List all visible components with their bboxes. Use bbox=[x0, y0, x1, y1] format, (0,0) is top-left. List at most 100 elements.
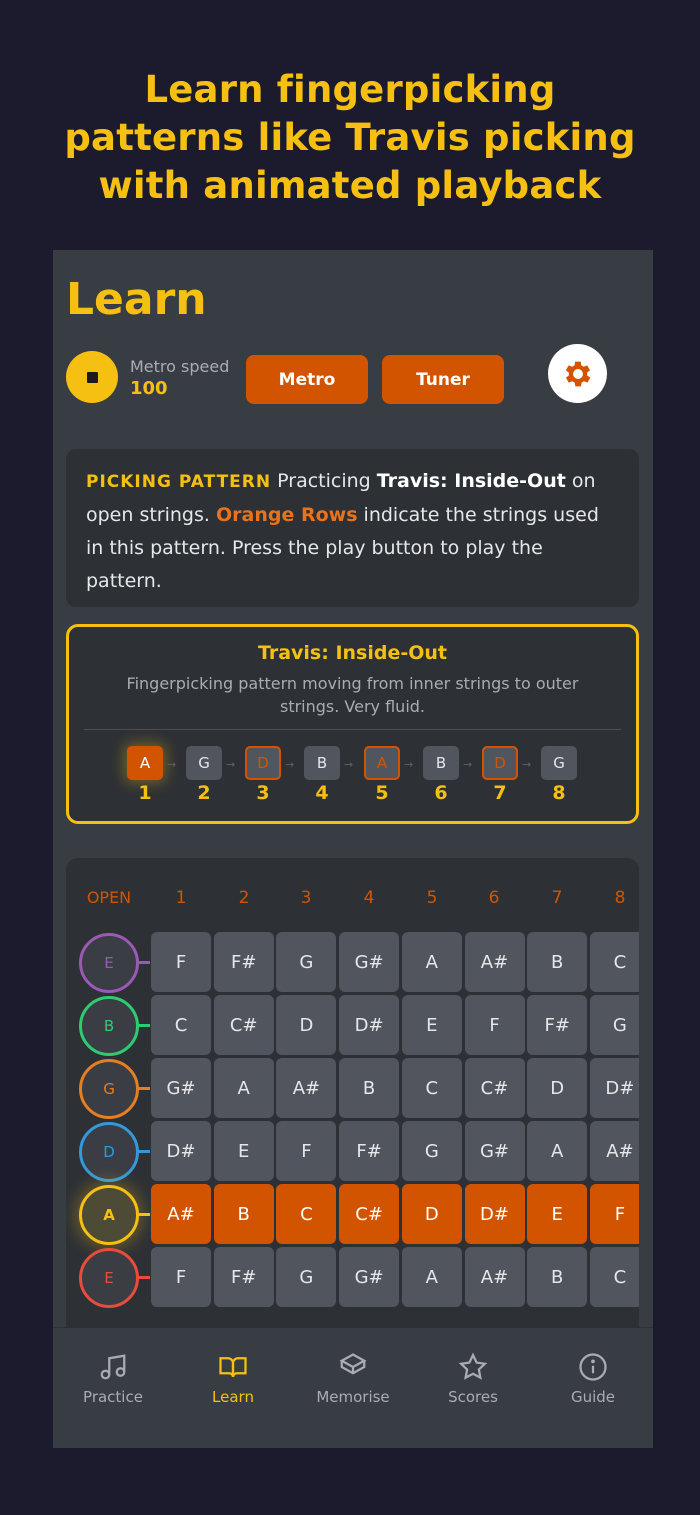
fret-note-cell[interactable]: D bbox=[276, 995, 337, 1055]
fret-note-cell[interactable]: A# bbox=[589, 1121, 639, 1181]
fret-note-cell[interactable]: A# bbox=[464, 1247, 525, 1307]
tuner-button[interactable]: Tuner bbox=[382, 355, 504, 404]
fret-note-cell[interactable]: A bbox=[401, 1247, 462, 1307]
tab-scores[interactable]: Scores bbox=[413, 1352, 533, 1406]
fret-note-cell[interactable]: C bbox=[151, 995, 211, 1055]
fret-header: 8 bbox=[614, 888, 626, 908]
tab-scores-label: Scores bbox=[448, 1388, 498, 1406]
tab-memorise[interactable]: Memorise bbox=[293, 1352, 413, 1406]
fret-header: 4 bbox=[363, 888, 375, 908]
fret-header: 3 bbox=[300, 888, 312, 908]
fret-note-cell[interactable]: A bbox=[213, 1058, 274, 1118]
fret-note-cell[interactable]: C bbox=[589, 1247, 639, 1307]
fret-note-cell[interactable]: C bbox=[276, 1184, 337, 1244]
tab-guide[interactable]: Guide bbox=[533, 1352, 653, 1406]
promo-line-2: patterns like Travis picking bbox=[64, 116, 636, 159]
arrow-right-icon: → bbox=[463, 758, 473, 771]
metro-speed-value: 100 bbox=[130, 378, 168, 399]
fret-note-cell[interactable]: B bbox=[527, 1247, 588, 1307]
fret-header: 2 bbox=[238, 888, 250, 908]
fret-note-cell[interactable]: G bbox=[276, 932, 337, 992]
info-icon bbox=[579, 1353, 607, 1381]
string-row: E F F# G G# A A# B C bbox=[66, 1247, 639, 1308]
fret-note-cell[interactable]: D bbox=[527, 1058, 588, 1118]
open-string-button[interactable]: A bbox=[79, 1185, 139, 1245]
fret-note-cell[interactable]: C bbox=[589, 932, 639, 992]
fret-note-cell[interactable]: G# bbox=[464, 1121, 525, 1181]
pattern-step-number: 4 bbox=[315, 782, 329, 804]
pattern-step-note: G bbox=[541, 746, 577, 780]
promo-headline: Learn fingerpicking patterns like Travis… bbox=[0, 66, 700, 210]
fret-note-cell[interactable]: D# bbox=[339, 995, 400, 1055]
pattern-step: D3 bbox=[245, 746, 281, 804]
fret-note-cell[interactable]: G# bbox=[339, 1247, 400, 1307]
fret-note-cell[interactable]: C# bbox=[213, 995, 274, 1055]
fret-note-cell[interactable]: A bbox=[401, 932, 462, 992]
open-string-button[interactable]: B bbox=[79, 996, 139, 1056]
divider bbox=[84, 729, 621, 730]
fret-note-cell[interactable]: C# bbox=[339, 1184, 400, 1244]
fret-note-cell[interactable]: F bbox=[589, 1184, 639, 1244]
pattern-step-note: A bbox=[127, 746, 163, 780]
arrow-right-icon: → bbox=[226, 758, 236, 771]
fret-header: 6 bbox=[488, 888, 500, 908]
fret-note-cell[interactable]: F# bbox=[527, 995, 588, 1055]
string-row: G G# A A# B C C# D D# bbox=[66, 1058, 639, 1119]
fret-note-cell[interactable]: F# bbox=[339, 1121, 400, 1181]
fret-note-cell[interactable]: B bbox=[527, 932, 588, 992]
info-text-1: Practicing bbox=[271, 470, 377, 492]
string-row: D D# E F F# G G# A A# bbox=[66, 1121, 639, 1182]
fret-note-cell[interactable]: A bbox=[527, 1121, 588, 1181]
fret-note-cell[interactable]: A# bbox=[151, 1184, 211, 1244]
fret-note-cell[interactable]: A# bbox=[276, 1058, 337, 1118]
book-icon bbox=[219, 1357, 247, 1378]
fret-note-cell[interactable]: D# bbox=[151, 1121, 211, 1181]
fret-note-cell[interactable]: A# bbox=[464, 932, 525, 992]
fret-note-cell[interactable]: D# bbox=[589, 1058, 639, 1118]
fret-note-cell[interactable]: B bbox=[213, 1184, 274, 1244]
fret-note-cell[interactable]: F bbox=[464, 995, 525, 1055]
pattern-step-note: D bbox=[482, 746, 518, 780]
tab-guide-label: Guide bbox=[570, 1388, 616, 1406]
pattern-title: Travis: Inside-Out bbox=[257, 642, 448, 664]
fret-note-cell[interactable]: F bbox=[276, 1121, 337, 1181]
fret-note-cell[interactable]: D bbox=[401, 1184, 462, 1244]
open-string-button[interactable]: E bbox=[79, 1248, 139, 1308]
pattern-step: G2 bbox=[186, 746, 222, 804]
pattern-step-note: D bbox=[245, 746, 281, 780]
info-orange-rows: Orange Rows bbox=[215, 504, 358, 526]
pattern-step: B6 bbox=[423, 746, 459, 804]
open-string-button[interactable]: D bbox=[79, 1122, 139, 1182]
tab-practice-label: Practice bbox=[83, 1388, 143, 1406]
stop-button[interactable] bbox=[66, 351, 118, 403]
fret-note-cell[interactable]: E bbox=[527, 1184, 588, 1244]
metro-speed-label: Metro speed bbox=[130, 357, 230, 376]
fret-note-cell[interactable]: E bbox=[401, 995, 462, 1055]
pattern-step-number: 2 bbox=[197, 782, 211, 804]
string-row: E F F# G G# A A# B C bbox=[66, 932, 639, 993]
fret-note-cell[interactable]: F# bbox=[213, 932, 274, 992]
settings-button[interactable] bbox=[548, 344, 607, 403]
open-string-button[interactable]: G bbox=[79, 1059, 139, 1119]
fret-header: 5 bbox=[426, 888, 438, 908]
fret-note-cell[interactable]: D# bbox=[464, 1184, 525, 1244]
fret-note-cell[interactable]: E bbox=[213, 1121, 274, 1181]
pattern-step-number: 3 bbox=[256, 782, 270, 804]
fret-note-cell[interactable]: B bbox=[339, 1058, 400, 1118]
fret-note-cell[interactable]: F bbox=[151, 932, 211, 992]
fret-note-cell[interactable]: C bbox=[401, 1058, 462, 1118]
tab-learn[interactable]: Learn bbox=[173, 1352, 293, 1406]
pattern-step: B4 bbox=[304, 746, 340, 804]
fret-note-cell[interactable]: G bbox=[401, 1121, 462, 1181]
metro-button[interactable]: Metro bbox=[246, 355, 368, 404]
fret-note-cell[interactable]: G# bbox=[339, 932, 400, 992]
fret-note-cell[interactable]: F bbox=[151, 1247, 211, 1307]
open-string-button[interactable]: E bbox=[79, 933, 139, 993]
fret-note-cell[interactable]: F# bbox=[213, 1247, 274, 1307]
fret-note-cell[interactable]: C# bbox=[464, 1058, 525, 1118]
fret-note-cell[interactable]: G bbox=[589, 995, 639, 1055]
fret-note-cell[interactable]: G# bbox=[151, 1058, 211, 1118]
tab-practice[interactable]: Practice bbox=[53, 1352, 173, 1406]
tab-bar: Practice Learn Memorise Scores Guide bbox=[53, 1327, 653, 1448]
fret-note-cell[interactable]: G bbox=[276, 1247, 337, 1307]
